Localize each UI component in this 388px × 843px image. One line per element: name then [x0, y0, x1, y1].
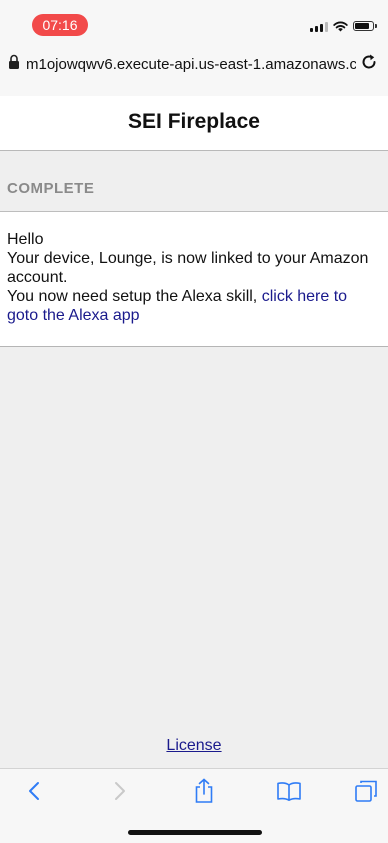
alexa-app-link-continued[interactable]: goto the Alexa app [7, 307, 140, 324]
alexa-app-link[interactable]: click here to [262, 288, 347, 305]
status-icons [310, 19, 377, 33]
back-icon [29, 782, 39, 800]
forward-button[interactable] [100, 769, 140, 813]
message-line-4: goto the Alexa app [7, 306, 388, 325]
tabs-icon [355, 780, 377, 802]
lock-icon [9, 54, 19, 69]
forward-icon [115, 782, 125, 800]
bookmarks-button[interactable] [269, 769, 309, 813]
greeting-text: Hello [7, 231, 44, 248]
share-icon [195, 778, 213, 803]
url-field[interactable]: m1ojowqwv6.execute-api.us-east-1.amazona… [26, 56, 356, 73]
reload-icon[interactable] [360, 53, 378, 71]
bookmarks-icon [277, 782, 301, 801]
message-line-1: Your device, Lounge, is now linked to yo… [7, 250, 369, 267]
message-panel: Hello Your device, Lounge, is now linked… [0, 212, 388, 347]
url-bar: m1ojowqwv6.execute-api.us-east-1.amazona… [0, 38, 388, 96]
section-label: COMPLETE [7, 180, 95, 197]
page-title: SEI Fireplace [128, 110, 260, 133]
back-button[interactable] [14, 769, 54, 813]
status-time[interactable]: 07:16 [32, 14, 88, 36]
message-text: Hello Your device, Lounge, is now linked… [7, 230, 388, 325]
home-indicator[interactable] [128, 830, 262, 835]
section-header: COMPLETE [0, 151, 388, 212]
page-header: SEI Fireplace [0, 96, 388, 151]
message-line-3: You now need setup the Alexa skill, clic… [7, 287, 388, 306]
share-button[interactable] [184, 769, 224, 813]
tabs-button[interactable] [346, 769, 386, 813]
message-line-2: account. [7, 269, 68, 286]
message-line-3-text: You now need setup the Alexa skill, [7, 288, 262, 305]
signal-icon [310, 21, 328, 32]
license-link[interactable]: License [0, 737, 388, 755]
browser-toolbar [0, 768, 388, 843]
wifi-icon [333, 21, 348, 31]
status-bar: 07:16 [0, 0, 388, 38]
battery-icon [353, 21, 377, 31]
